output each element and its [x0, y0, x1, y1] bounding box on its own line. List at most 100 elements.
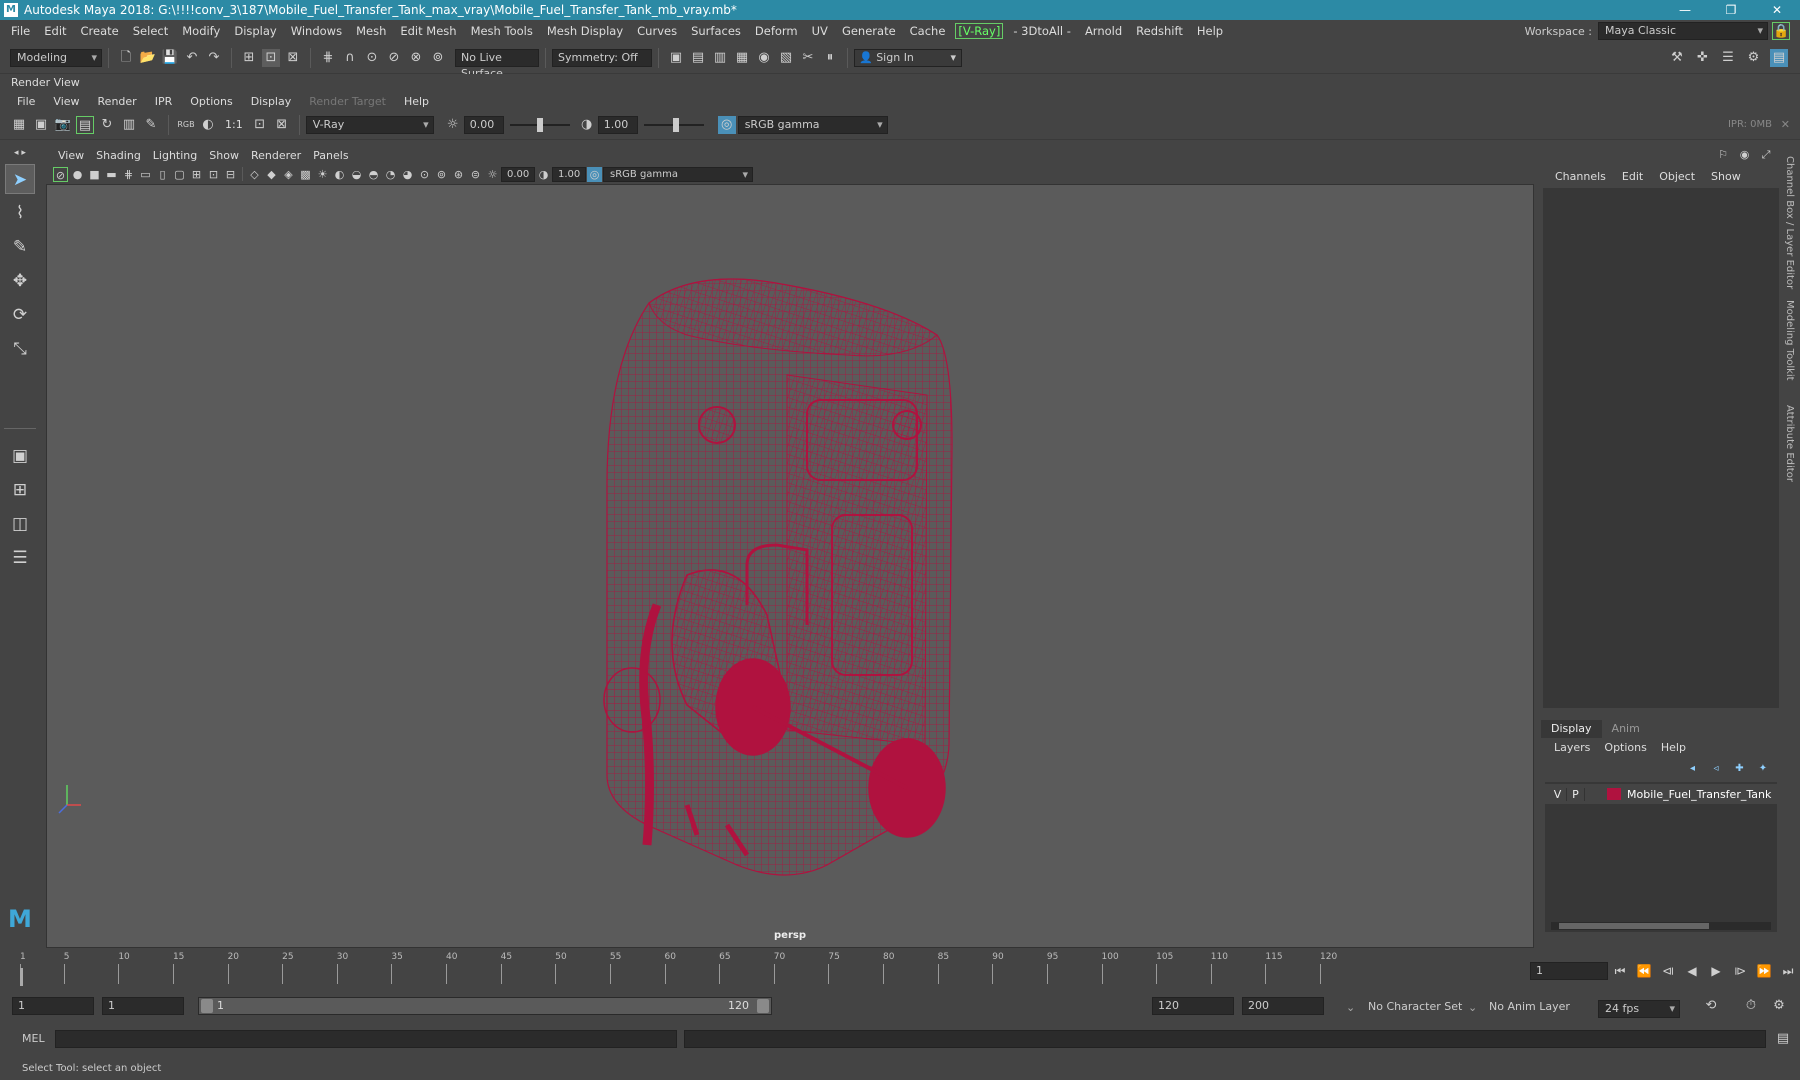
layer-scrollbar[interactable]	[1551, 922, 1771, 930]
menu-cache[interactable]: Cache	[903, 24, 953, 38]
select-component-icon[interactable]: ⊠	[284, 49, 302, 67]
close-ipr-icon[interactable]: ✕	[1781, 118, 1790, 131]
mel-label[interactable]: MEL	[22, 1032, 45, 1045]
vp-menu-panels[interactable]: Panels	[307, 149, 354, 162]
real-size-icon[interactable]: ⊡	[251, 116, 269, 134]
bookmarks-icon[interactable]: ■	[87, 167, 102, 182]
vp-menu-renderer[interactable]: Renderer	[245, 149, 307, 162]
four-view-layout-icon[interactable]: ⊞	[5, 475, 35, 505]
anim-layer-icon[interactable]: ⌄	[1468, 1001, 1477, 1014]
snapshot-icon[interactable]: 📷	[54, 116, 72, 134]
ipr-render-icon[interactable]: ▤	[689, 49, 707, 67]
menu-windows[interactable]: Windows	[284, 24, 349, 38]
toolbox-arrows-icon[interactable]: ◂ ▸	[5, 146, 35, 160]
side-tab-modeling-toolkit[interactable]: Modeling Toolkit	[1784, 300, 1795, 381]
layer-menu-layers[interactable]: Layers	[1547, 741, 1597, 754]
vp-colorspace-dropdown[interactable]: sRGB gamma	[603, 166, 753, 182]
refresh-ipr-icon[interactable]: ↻	[98, 116, 116, 134]
layer-menu-help[interactable]: Help	[1654, 741, 1693, 754]
gamma-slider[interactable]	[643, 116, 704, 134]
minimize-button[interactable]: —	[1662, 0, 1708, 20]
anim-layer-label[interactable]: No Anim Layer	[1489, 1000, 1570, 1013]
renderer-dropdown[interactable]: V-Ray	[305, 115, 434, 134]
alpha-channel-icon[interactable]: ◐	[199, 116, 217, 134]
side-tab-attribute-editor[interactable]: Attribute Editor	[1784, 405, 1795, 482]
ipr-button-icon[interactable]: ▥	[120, 116, 138, 134]
layer-playback-toggle[interactable]: P	[1567, 787, 1585, 801]
shadows-icon[interactable]: ◐	[332, 167, 347, 182]
maximize-button[interactable]: ❐	[1708, 0, 1754, 20]
menu-mesh-tools[interactable]: Mesh Tools	[464, 24, 540, 38]
loop-icon[interactable]: ⟲	[1702, 997, 1720, 1015]
step-forward-key-icon[interactable]: ⧐	[1731, 962, 1749, 980]
cb-menu-edit[interactable]: Edit	[1614, 170, 1651, 186]
depth-of-field-icon[interactable]: ◕	[400, 167, 415, 182]
gamma-field[interactable]: 1.00	[597, 115, 638, 134]
vp-menu-shading[interactable]: Shading	[90, 149, 147, 162]
rv-menu-view[interactable]: View	[44, 95, 88, 108]
channel-box-icon[interactable]: ▤	[1770, 49, 1788, 67]
rv-menu-render[interactable]: Render	[89, 95, 146, 108]
playback-end-field[interactable]: 120	[1152, 997, 1234, 1015]
fps-dropdown[interactable]: 24 fps	[1598, 1000, 1680, 1018]
wireframe-on-shaded-icon[interactable]: ◈	[281, 167, 296, 182]
anti-aliasing-icon[interactable]: ◔	[383, 167, 398, 182]
viewport-canvas[interactable]	[47, 185, 1534, 948]
cb-menu-channels[interactable]: Channels	[1547, 170, 1614, 186]
rgb-channel-icon[interactable]: RGB	[177, 116, 195, 134]
mel-input[interactable]	[55, 1030, 677, 1048]
motion-blur-icon[interactable]: ◓	[366, 167, 381, 182]
layer-color-swatch[interactable]	[1607, 788, 1621, 800]
new-layer-icon[interactable]: ✚	[1732, 760, 1748, 778]
character-set-icon[interactable]: ⌄	[1346, 1001, 1355, 1014]
vray-tools-icon[interactable]: ✂	[799, 49, 817, 67]
menu-redshift[interactable]: Redshift	[1129, 24, 1190, 38]
menu-surfaces[interactable]: Surfaces	[684, 24, 748, 38]
backface-culling-icon[interactable]: ⊜	[468, 167, 483, 182]
select-tool-icon[interactable]: ➤	[5, 164, 35, 194]
character-controls-icon[interactable]: ✜	[1694, 49, 1712, 67]
textured-icon[interactable]: ▩	[298, 167, 313, 182]
redo-previous-render-icon[interactable]: ▦	[10, 116, 28, 134]
hypershade-icon[interactable]: ▦	[733, 49, 751, 67]
xray-joints-icon[interactable]: ⊛	[451, 167, 466, 182]
new-layer-selected-icon[interactable]: ✦	[1755, 760, 1771, 778]
menu-create[interactable]: Create	[74, 24, 126, 38]
move-layer-down-icon[interactable]: ◃	[1708, 760, 1724, 778]
select-camera-icon[interactable]: ⊘	[53, 166, 68, 182]
live-surface-field[interactable]: No Live Surface	[455, 48, 539, 80]
move-layer-up-icon[interactable]: ◂	[1685, 760, 1701, 778]
snap-surface-icon[interactable]: ⊗	[407, 49, 425, 67]
snap-view-icon[interactable]: ⊘	[385, 49, 403, 67]
menu-deform[interactable]: Deform	[748, 24, 805, 38]
range-end-handle[interactable]	[757, 999, 769, 1013]
field-chart-icon[interactable]: ⊞	[189, 167, 204, 182]
channel-box-panel[interactable]	[1543, 188, 1779, 708]
modeling-toolkit-icon[interactable]: ⚒	[1668, 49, 1686, 67]
menu-vray[interactable]: [V-Ray]	[955, 23, 1004, 39]
animation-preferences-icon[interactable]: ⚙	[1770, 997, 1788, 1015]
tab-anim[interactable]: Anim	[1602, 720, 1650, 738]
scale-tool-icon[interactable]: ⤡	[5, 334, 35, 364]
display-channel-icon[interactable]: ⚐	[1716, 146, 1730, 164]
render-settings-icon[interactable]: ▥	[711, 49, 729, 67]
vray-framebuffer-icon[interactable]: ▧	[777, 49, 795, 67]
fuel-tank-wireframe-model[interactable]	[603, 278, 953, 876]
menu-mesh-display[interactable]: Mesh Display	[540, 24, 630, 38]
symmetry-field[interactable]: Symmetry: Off	[552, 48, 652, 67]
cb-menu-object[interactable]: Object	[1651, 170, 1703, 186]
smooth-shade-icon[interactable]: ◆	[264, 167, 279, 182]
menu-set-dropdown[interactable]: Modeling	[10, 48, 102, 67]
side-tab-channel-box[interactable]: Channel Box / Layer Editor	[1784, 156, 1795, 289]
image-plane-icon[interactable]: ▬	[104, 167, 119, 182]
menu-mesh[interactable]: Mesh	[349, 24, 393, 38]
menu-uv[interactable]: UV	[805, 24, 835, 38]
ipr-icon[interactable]: ▤	[76, 115, 94, 134]
menu-modify[interactable]: Modify	[175, 24, 227, 38]
save-image-icon[interactable]: ✎	[142, 116, 160, 134]
rv-menu-ipr[interactable]: IPR	[146, 95, 182, 108]
pin-icon[interactable]: ⤢	[1759, 146, 1773, 164]
grid-icon[interactable]: ⋕	[121, 167, 136, 182]
single-perspective-layout-icon[interactable]: ▣	[5, 441, 35, 471]
vray-render-icon[interactable]: ◉	[755, 49, 773, 67]
